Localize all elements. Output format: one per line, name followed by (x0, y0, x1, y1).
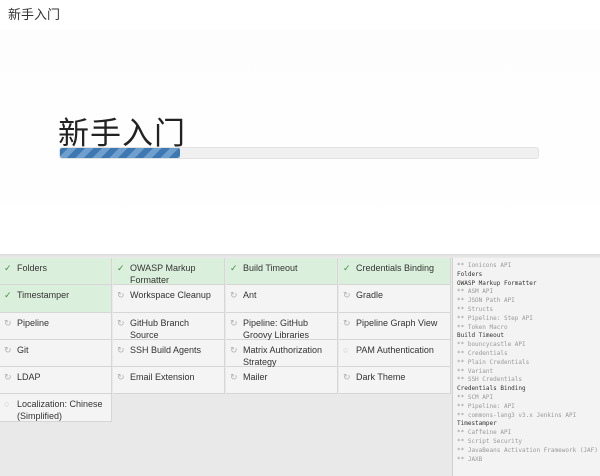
install-area: ✓ Folders ✓ OWASP Markup Formatter ✓ Build Ti… (0, 258, 600, 476)
plugin-label: Localization: Chinese (Simplified) (17, 399, 103, 421)
plugin-label: PAM Authentication (356, 345, 434, 355)
refresh-icon: ↻ (230, 372, 238, 382)
refresh-icon: ↻ (4, 345, 12, 355)
check-icon: ✓ (4, 263, 12, 273)
log-line: ** Ionicons API (457, 262, 512, 269)
log-line: ** SCM API (457, 393, 494, 401)
refresh-icon: ↻ (343, 372, 351, 382)
plugin-item: ↻ Dark Theme (339, 367, 451, 394)
check-icon: ✓ (230, 263, 238, 273)
refresh-icon: ↻ (117, 345, 125, 355)
log-line: ** ASM API (457, 288, 494, 296)
log-line: ** Plain Credentials (457, 358, 530, 366)
plugin-item: ↻ Git (0, 340, 112, 367)
plugin-label: Git (17, 345, 29, 355)
log-line: ** SSH Credentials (457, 376, 523, 384)
plugin-label: OWASP Markup Formatter (130, 263, 196, 285)
check-icon: ✓ (343, 263, 351, 273)
plugin-item: ○ Localization: Chinese (Simplified) (0, 394, 112, 422)
log-line: ** Script Security (457, 437, 523, 445)
refresh-icon: ↻ (230, 290, 238, 300)
plugin-item: ✓ OWASP Markup Formatter (113, 258, 225, 285)
check-icon: ✓ (117, 263, 125, 273)
log-line: ** Caffeine API (457, 429, 512, 437)
plugin-label: Matrix Authorization Strategy (243, 345, 323, 367)
plugin-label: Pipeline (17, 318, 50, 328)
plugin-grid: ✓ Folders ✓ OWASP Markup Formatter ✓ Build Ti… (0, 258, 451, 476)
plugin-label: Credentials Binding (356, 263, 435, 273)
install-progress-bar (59, 147, 539, 159)
log-heading: Timestamper (457, 420, 497, 428)
refresh-icon: ↻ (117, 318, 125, 328)
install-log[interactable]: ** Ionicons API Folders OWASP Markup Forma… (452, 258, 600, 476)
plugin-item: ○ PAM Authentication (339, 340, 451, 367)
refresh-icon: ↻ (117, 372, 125, 382)
log-line: ** bouncycastle API (457, 341, 526, 349)
refresh-icon: ↻ (343, 318, 351, 328)
plugin-item: ↻ SSH Build Agents (113, 340, 225, 367)
plugin-item: ✓ Timestamper (0, 285, 112, 313)
plugin-item: ↻ Gradle (339, 285, 451, 313)
refresh-icon: ↻ (4, 372, 12, 382)
plugin-item: ↻ Matrix Authorization Strategy (226, 340, 338, 367)
plugin-item: ↻ Pipeline: GitHub Groovy Libraries (226, 313, 338, 340)
plugin-item: ↻ Pipeline Graph View (339, 313, 451, 340)
plugin-item: ✓ Credentials Binding (339, 258, 451, 285)
plugin-label: Dark Theme (356, 372, 406, 382)
log-line: ** Pipeline: Step API (457, 314, 533, 322)
plugin-label: Pipeline Graph View (356, 318, 438, 328)
plugin-label: Build Timeout (243, 263, 298, 273)
plugin-item: ✓ Build Timeout (226, 258, 338, 285)
log-line: ** Credentials (457, 349, 508, 357)
plugin-label: Folders (17, 263, 48, 273)
log-heading: OWASP Markup Formatter (457, 279, 537, 287)
log-heading: Folders (457, 270, 483, 278)
plugin-label: LDAP (17, 372, 41, 382)
log-heading: Credentials Binding (457, 385, 526, 393)
log-line: ** Token Macro (457, 323, 508, 331)
plugin-item: ↻ Ant (226, 285, 338, 313)
plugin-item: ↻ Pipeline (0, 313, 112, 340)
plugin-label: Ant (243, 290, 257, 300)
plugin-label: Mailer (243, 372, 268, 382)
plugin-label: Gradle (356, 290, 384, 300)
log-line: ** JavaBeans Activation Framework (JAF) … (457, 446, 600, 454)
log-line: ** JSON Path API (457, 297, 515, 305)
plugin-item: ↻ Email Extension (113, 367, 225, 394)
window-title: 新手入门 (0, 0, 600, 30)
refresh-icon: ↻ (4, 318, 12, 328)
check-icon: ✓ (4, 290, 12, 300)
plugin-item: ↻ GitHub Branch Source (113, 313, 225, 340)
circle-icon: ○ (4, 399, 10, 409)
refresh-icon: ↻ (343, 290, 351, 300)
plugin-label: SSH Build Agents (130, 345, 202, 355)
refresh-icon: ↻ (117, 290, 125, 300)
log-line: ** Structs (457, 305, 494, 313)
plugin-label: Email Extension (130, 372, 195, 382)
refresh-icon: ↻ (230, 318, 238, 328)
plugin-label: Workspace Cleanup (130, 290, 211, 300)
install-progress-fill (60, 148, 180, 158)
plugin-label: GitHub Branch Source (130, 318, 190, 340)
plugin-item: ↻ LDAP (0, 367, 112, 394)
plugin-label: Pipeline: GitHub Groovy Libraries (243, 318, 310, 340)
refresh-icon: ↻ (230, 345, 238, 355)
log-line: ** JAXB (457, 455, 483, 463)
plugin-item: ✓ Folders (0, 258, 112, 285)
plugin-item: ↻ Workspace Cleanup (113, 285, 225, 313)
circle-icon: ○ (343, 345, 349, 355)
log-heading: Build Timeout (457, 332, 504, 340)
log-line: ** Variant (457, 367, 494, 375)
log-line: ** commons-lang3 v3.x Jenkins API (457, 411, 577, 419)
hero-panel: 新手入门 (0, 30, 600, 256)
plugin-label: Timestamper (17, 290, 70, 300)
log-line: ** Pipeline: API (457, 402, 515, 410)
plugin-item: ↻ Mailer (226, 367, 338, 394)
